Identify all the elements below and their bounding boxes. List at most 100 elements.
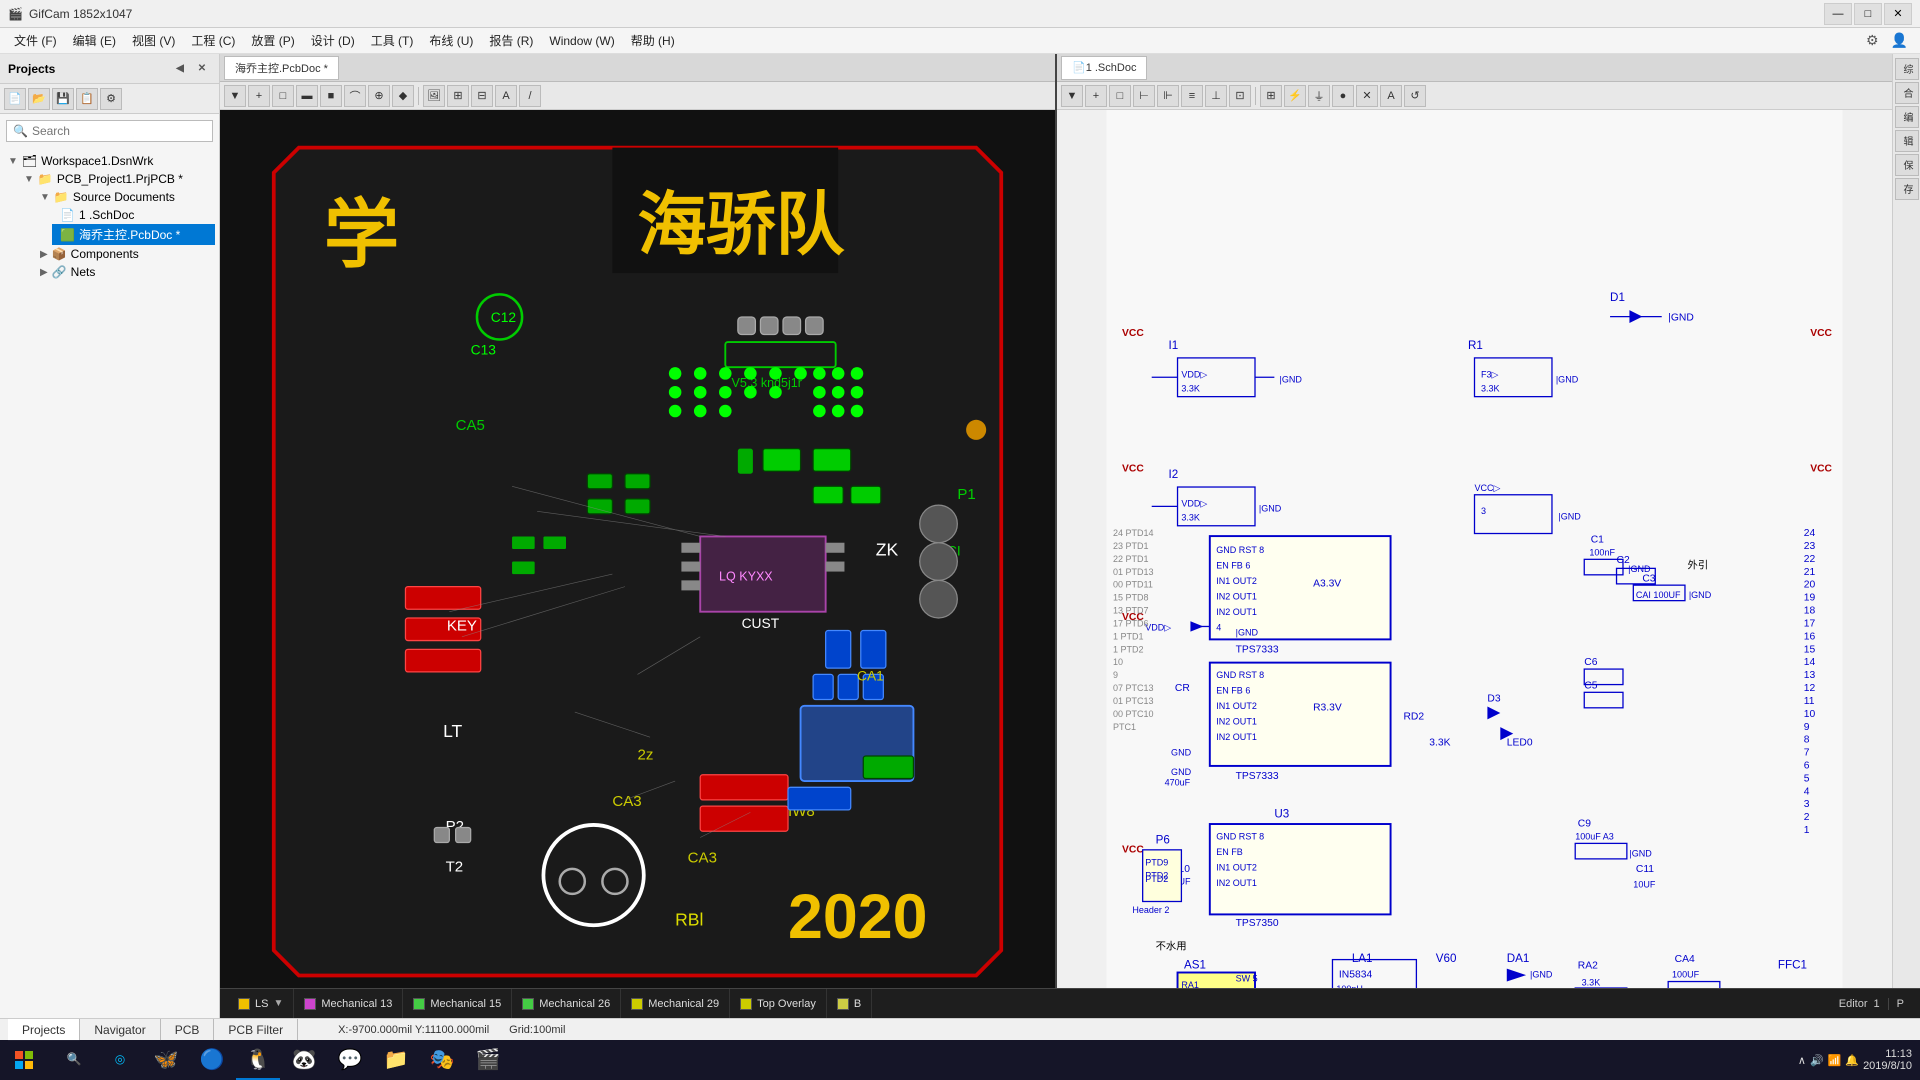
tray-battery-icon[interactable]: 🔔 [1845, 1054, 1859, 1067]
new-project-btn[interactable]: 📄 [4, 88, 26, 110]
nav-tab-pcb-filter[interactable]: PCB Filter [214, 1019, 298, 1041]
search-input[interactable] [32, 124, 172, 138]
param-tool[interactable]: ⊟ [471, 85, 493, 107]
sch-note-tool[interactable]: ↺ [1404, 85, 1426, 107]
layer-mech15[interactable]: Mechanical 15 [403, 989, 512, 1018]
sidebar-toggle-icon[interactable]: ◀ [171, 60, 189, 78]
nav-tab-navigator[interactable]: Navigator [80, 1019, 160, 1041]
start-button[interactable] [0, 1040, 48, 1080]
tree-schematic[interactable]: 📄 1 .SchDoc [52, 206, 215, 224]
settings-icon[interactable]: ⚙ [1860, 32, 1885, 49]
nav-tab-projects[interactable]: Projects [8, 1019, 80, 1041]
taskbar-clock[interactable]: 11:13 2019/8/10 [1863, 1048, 1912, 1072]
line-tool[interactable]: / [519, 85, 541, 107]
pin-tool[interactable]: ◆ [392, 85, 414, 107]
taskbar-app4[interactable]: 🐼 [282, 1040, 326, 1080]
sidebar-header-icons[interactable]: ◀ ✕ [171, 60, 211, 78]
tray-network-icon[interactable]: 🔊 [1810, 1054, 1824, 1067]
layer-mech26[interactable]: Mechanical 26 [512, 989, 621, 1018]
tree-source-docs[interactable]: ▼ 📁 Source Documents [36, 188, 215, 206]
filter-tool[interactable]: ▼ [224, 85, 246, 107]
sch-bus-tool[interactable]: ⊩ [1157, 85, 1179, 107]
编辑-btn[interactable]: 编 [1895, 106, 1919, 128]
pcb-active-tab[interactable]: 海乔主控.PcbDoc * [224, 56, 339, 80]
layer-b[interactable]: B [827, 989, 872, 1018]
taskbar-app2[interactable]: 🔵 [190, 1040, 234, 1080]
sch-harness-tool[interactable]: ⊥ [1205, 85, 1227, 107]
taskbar-app7[interactable]: 🎭 [420, 1040, 464, 1080]
综合-btn[interactable]: 综 [1895, 58, 1919, 80]
menu-edit[interactable]: 编辑 (E) [65, 29, 124, 52]
open-btn[interactable]: 📂 [28, 88, 50, 110]
maximize-button[interactable]: □ [1854, 3, 1882, 25]
tree-project[interactable]: ▼ 📁 PCB_Project1.PrjPCB * [20, 170, 215, 188]
menu-project[interactable]: 工程 (C) [183, 29, 243, 52]
sch-junction-tool[interactable]: ● [1332, 85, 1354, 107]
tree-workspace[interactable]: ▼ 🗂 Workspace1.DsnWrk [4, 152, 215, 170]
taskbar-app5[interactable]: 💬 [328, 1040, 372, 1080]
layer-mech29[interactable]: Mechanical 29 [621, 989, 730, 1018]
sch-wire-tool[interactable]: ⊢ [1133, 85, 1155, 107]
sch-filter-tool[interactable]: ▼ [1061, 85, 1083, 107]
保存-btn[interactable]: 保 [1895, 154, 1919, 176]
sch-rect-tool[interactable]: □ [1109, 85, 1131, 107]
taskbar-app8[interactable]: 🎬 [466, 1040, 510, 1080]
tree-pcb[interactable]: 🟩 海乔主控.PcbDoc * [52, 224, 215, 245]
save-btn[interactable]: 💾 [52, 88, 74, 110]
search-box[interactable]: 🔍 [6, 120, 213, 142]
rect2-tool[interactable]: ▬ [296, 85, 318, 107]
text-tool[interactable]: A [495, 85, 517, 107]
close-button[interactable]: ✕ [1884, 3, 1912, 25]
sch-add-tool[interactable]: + [1085, 85, 1107, 107]
sch-net-tool[interactable]: ≡ [1181, 85, 1203, 107]
sch-port-tool[interactable]: ⊡ [1229, 85, 1251, 107]
fill-tool[interactable]: ■ [320, 85, 342, 107]
arc-tool[interactable]: ⌒ [344, 85, 366, 107]
taskbar-app6[interactable]: 📁 [374, 1040, 418, 1080]
menu-design[interactable]: 设计 (D) [303, 29, 363, 52]
tray-volume-icon[interactable]: 📶 [1828, 1054, 1842, 1067]
rect-tool[interactable]: □ [272, 85, 294, 107]
layer-top-overlay[interactable]: Top Overlay [730, 989, 827, 1018]
merge-tool[interactable]: ⊕ [368, 85, 390, 107]
minimize-button[interactable]: — [1824, 3, 1852, 25]
tree-components[interactable]: ▶ 📦 Components [36, 245, 215, 263]
taskbar-search[interactable]: 🔍 [52, 1040, 96, 1080]
layer-ls[interactable]: LS ▼ [228, 989, 294, 1018]
add-tool[interactable]: + [248, 85, 270, 107]
save-all-btn[interactable]: 📋 [76, 88, 98, 110]
存-btn[interactable]: 存 [1895, 178, 1919, 200]
nav-tab-pcb[interactable]: PCB [161, 1019, 215, 1041]
合-btn[interactable]: 合 [1895, 82, 1919, 104]
layer-ls-arrow[interactable]: ▼ [273, 998, 283, 1009]
sch-noconn-tool[interactable]: ✕ [1356, 85, 1378, 107]
table-tool[interactable]: ⊞ [447, 85, 469, 107]
menu-tools[interactable]: 工具 (T) [363, 29, 422, 52]
menu-place[interactable]: 放置 (P) [243, 29, 302, 52]
pcb-view-area[interactable]: 学 海骄队 2020 V5.3 knd5j1r LQ KYXX [220, 110, 1055, 988]
sch-power-tool[interactable]: ⚡ [1284, 85, 1306, 107]
辑-btn[interactable]: 辑 [1895, 130, 1919, 152]
sidebar-close-icon[interactable]: ✕ [193, 60, 211, 78]
sch-comp-tool[interactable]: ⊞ [1260, 85, 1282, 107]
image-tool[interactable]: 🖼 [423, 85, 445, 107]
sch-gnd-tool[interactable]: ⏚ [1308, 85, 1330, 107]
settings-sidebar-btn[interactable]: ⚙ [100, 88, 122, 110]
menu-help[interactable]: 帮助 (H) [623, 29, 683, 52]
menu-report[interactable]: 报告 (R) [481, 29, 541, 52]
menu-window[interactable]: Window (W) [541, 31, 622, 51]
sch-active-tab[interactable]: 📄 1 .SchDoc [1061, 56, 1147, 80]
menu-file[interactable]: 文件 (F) [6, 29, 65, 52]
window-controls[interactable]: — □ ✕ [1824, 3, 1912, 25]
user-icon[interactable]: 👤 [1885, 32, 1914, 49]
taskbar-cortana[interactable]: ◎ [98, 1040, 142, 1080]
menu-view[interactable]: 视图 (V) [124, 29, 183, 52]
tree-nets[interactable]: ▶ 🔗 Nets [36, 263, 215, 281]
layer-mech13[interactable]: Mechanical 13 [294, 989, 403, 1018]
taskbar-app1[interactable]: 🦋 [144, 1040, 188, 1080]
sch-view-area[interactable]: VCC VCC VCC VCC VCC VCC D1 |GND I1 [1057, 110, 1892, 988]
tray-up-icon[interactable]: ∧ [1798, 1054, 1806, 1067]
menu-route[interactable]: 布线 (U) [421, 29, 481, 52]
taskbar-app3[interactable]: 🐧 [236, 1040, 280, 1080]
sch-text-tool[interactable]: A [1380, 85, 1402, 107]
